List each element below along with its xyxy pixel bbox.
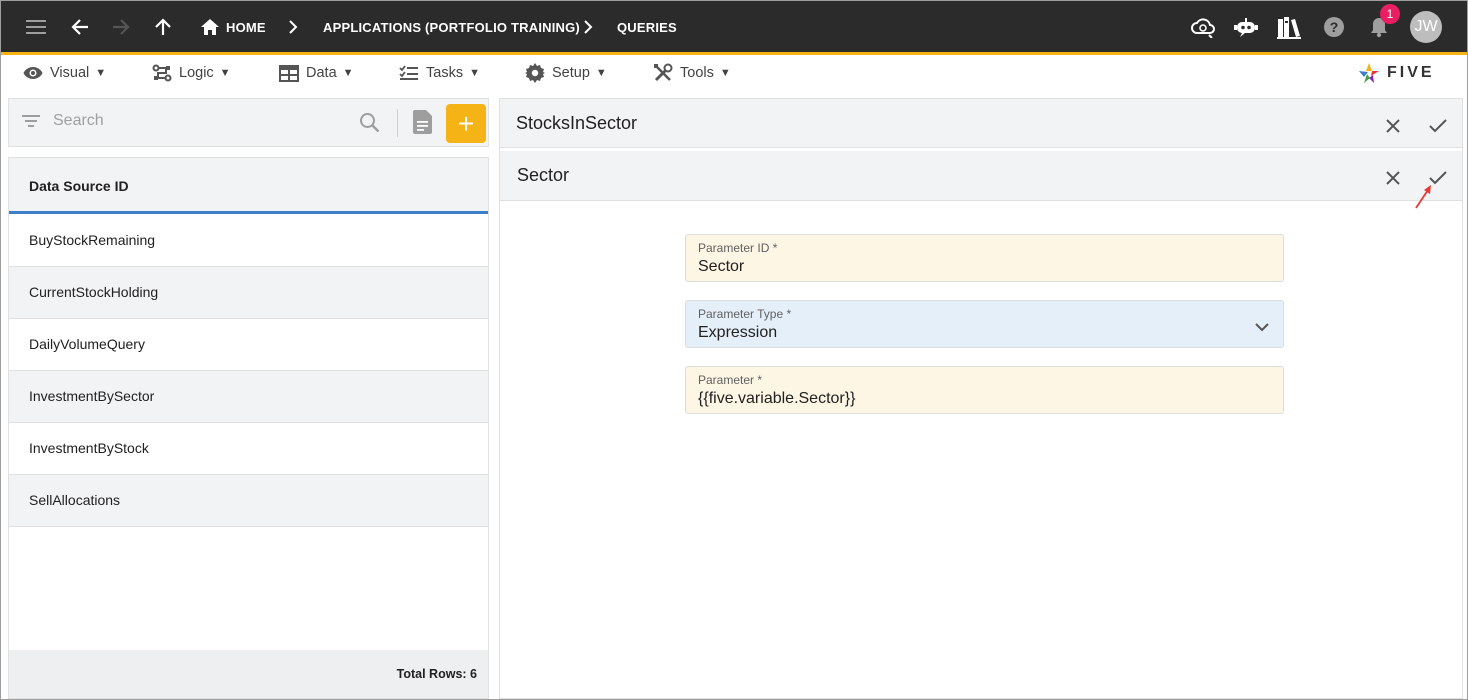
field-label: Parameter * <box>698 373 763 387</box>
breadcrumb-queries[interactable]: QUERIES <box>617 1 677 52</box>
gear-icon <box>525 63 545 83</box>
five-logo-icon <box>1359 63 1379 83</box>
list-item[interactable]: DailyVolumeQuery <box>9 319 488 371</box>
outer-form-title: StocksInSector <box>516 113 638 133</box>
menu-tasks-label: Tasks <box>426 65 464 81</box>
search-bar: Search + <box>8 98 489 147</box>
list-item-label: SellAllocations <box>29 492 121 508</box>
svg-text:?: ? <box>1330 19 1339 35</box>
menu-tools[interactable]: Tools ▼ <box>653 55 731 91</box>
menu-bar: Visual ▼ Logic ▼ Data ▼ Tasks ▼ Setup ▼ … <box>1 55 1467 91</box>
menu-data[interactable]: Data ▼ <box>279 55 354 91</box>
menu-logic[interactable]: Logic ▼ <box>152 55 231 91</box>
close-icon[interactable] <box>1384 169 1402 192</box>
check-icon[interactable] <box>1428 117 1448 140</box>
parameter-id-field[interactable]: Parameter ID * Sector <box>685 234 1284 282</box>
add-record-button[interactable]: + <box>446 104 486 143</box>
list-item-label: BuyStockRemaining <box>29 232 156 248</box>
outer-form-header: StocksInSector <box>500 99 1462 148</box>
inner-form-title: Sector <box>517 165 570 185</box>
search-icon[interactable] <box>359 112 381 139</box>
detail-panel: StocksInSector Sector Parameter ID * Sec… <box>499 98 1463 699</box>
close-icon[interactable] <box>1384 117 1402 140</box>
checklist-icon <box>399 65 418 80</box>
breadcrumb-applications[interactable]: APPLICATIONS (PORTFOLIO TRAINING) <box>323 1 580 52</box>
up-arrow-icon[interactable] <box>151 1 175 52</box>
list-item[interactable]: SellAllocations <box>9 475 488 527</box>
tools-icon <box>654 63 673 82</box>
search-input[interactable]: Search <box>53 112 104 130</box>
caret-down-icon: ▼ <box>595 67 607 79</box>
field-label: Parameter Type * <box>698 307 792 321</box>
logic-flow-icon <box>152 64 172 82</box>
plus-icon: + <box>457 107 475 139</box>
brand-text: FIVE <box>1387 64 1435 81</box>
list-item-label: CurrentStockHolding <box>29 284 159 300</box>
library-books-icon[interactable] <box>1275 1 1303 52</box>
list-item-label: DailyVolumeQuery <box>29 336 145 352</box>
caret-down-icon: ▼ <box>219 67 231 79</box>
menu-data-label: Data <box>306 65 337 81</box>
top-app-bar: HOME APPLICATIONS (PORTFOLIO TRAINING) Q… <box>1 1 1467 52</box>
menu-visual[interactable]: Visual ▼ <box>23 55 106 91</box>
menu-setup-label: Setup <box>552 65 590 81</box>
chat-bot-icon[interactable] <box>1232 1 1260 52</box>
divider <box>397 109 398 137</box>
caret-down-icon: ▼ <box>342 67 354 79</box>
brand-logo: FIVE <box>1357 58 1435 88</box>
chevron-right-icon <box>580 1 596 52</box>
field-label: Parameter ID * <box>698 241 778 255</box>
menu-tools-label: Tools <box>680 65 714 81</box>
forward-arrow-icon[interactable] <box>109 1 133 52</box>
notification-badge: 1 <box>1380 4 1400 24</box>
app-window: HOME APPLICATIONS (PORTFOLIO TRAINING) Q… <box>0 0 1468 700</box>
list-item[interactable]: CurrentStockHolding <box>9 267 488 319</box>
menu-setup[interactable]: Setup ▼ <box>525 55 607 91</box>
back-arrow-icon[interactable] <box>68 1 92 52</box>
caret-down-icon: ▼ <box>95 67 107 79</box>
list-item[interactable]: InvestmentByStock <box>9 423 488 475</box>
parameter-field[interactable]: Parameter * {{five.variable.Sector}} <box>685 366 1284 414</box>
menu-icon[interactable] <box>23 1 49 52</box>
home-icon[interactable] <box>200 1 220 52</box>
breadcrumb-home[interactable]: HOME <box>226 1 266 52</box>
list-item-label: InvestmentByStock <box>29 440 149 456</box>
avatar[interactable]: JW <box>1410 11 1442 43</box>
parameter-type-select[interactable]: Parameter Type * Expression <box>685 300 1284 348</box>
column-header-label: Data Source ID <box>29 178 129 194</box>
menu-logic-label: Logic <box>179 65 214 81</box>
caret-down-icon: ▼ <box>469 67 480 79</box>
chevron-right-icon <box>285 1 301 52</box>
list-item[interactable]: BuyStockRemaining <box>9 215 488 267</box>
inner-form-header: Sector <box>500 151 1462 201</box>
chevron-down-icon <box>1255 319 1269 337</box>
field-value: Expression <box>698 324 778 341</box>
cloud-sync-icon[interactable] <box>1189 1 1217 52</box>
filter-icon[interactable] <box>21 113 41 134</box>
total-rows: Total Rows: 6 <box>396 667 477 681</box>
eye-icon <box>23 67 43 79</box>
caret-down-icon: ▼ <box>719 67 731 79</box>
field-value: {{five.variable.Sector}} <box>698 390 856 407</box>
field-value: Sector <box>698 258 745 275</box>
table-icon <box>279 64 299 82</box>
menu-tasks[interactable]: Tasks ▼ <box>399 55 480 91</box>
record-list: Data Source ID BuyStockRemaining Current… <box>8 157 489 699</box>
list-item-label: InvestmentBySector <box>29 388 155 404</box>
list-footer: Total Rows: 6 <box>9 650 488 698</box>
list-column-header[interactable]: Data Source ID <box>9 158 488 214</box>
menu-visual-label: Visual <box>50 65 90 81</box>
annotation-arrow-icon <box>1415 185 1431 209</box>
document-icon[interactable] <box>413 110 433 139</box>
help-icon[interactable]: ? <box>1321 1 1347 52</box>
list-item[interactable]: InvestmentBySector <box>9 371 488 423</box>
